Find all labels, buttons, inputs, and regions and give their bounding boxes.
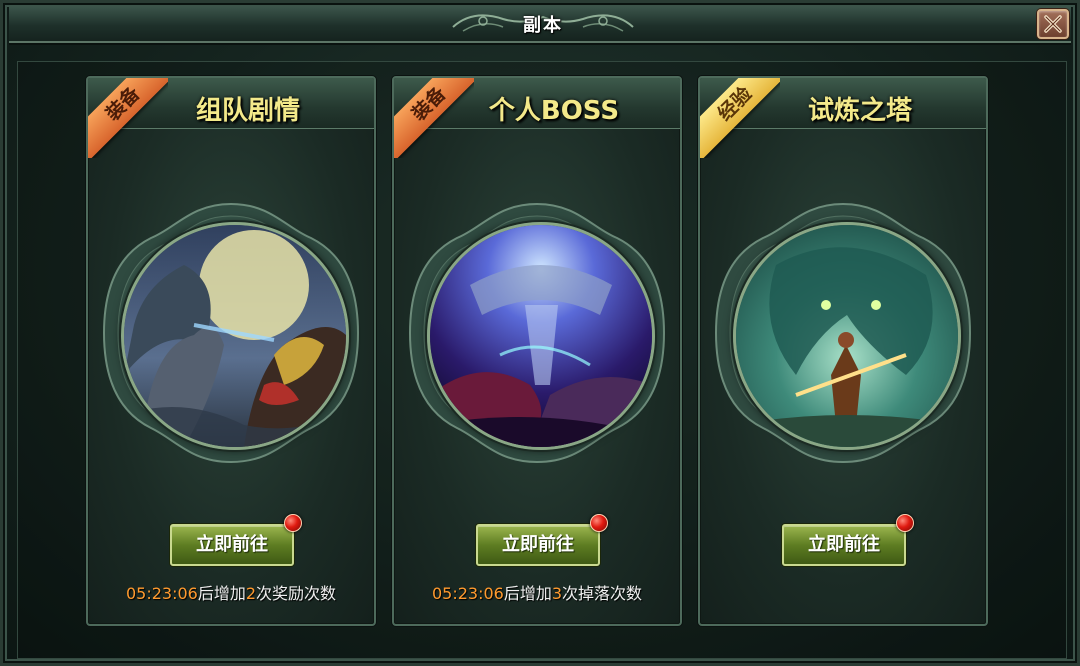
- dungeon-card-team-story: 组队剧情 装备 立即前往 05:23:06后增加2次奖励次数: [86, 76, 376, 626]
- reward-timer-text: 05:23:06后增加3次掉落次数: [394, 580, 680, 604]
- badge-label: 装备: [88, 78, 168, 158]
- dungeon-card-trial-tower: 试炼之塔 经验 立即前往: [698, 76, 988, 626]
- notification-dot-icon: [284, 514, 302, 532]
- countdown-time: 05:23:06: [125, 584, 198, 603]
- go-now-button[interactable]: 立即前往: [170, 524, 294, 566]
- reward-count: 2: [245, 584, 257, 603]
- dungeon-portrait-image: [733, 222, 961, 450]
- notification-dot-icon: [896, 514, 914, 532]
- countdown-time: 05:23:06: [431, 584, 504, 603]
- badge-ribbon: 装备: [88, 78, 168, 158]
- timer-text-pre: 后增加: [503, 584, 552, 603]
- reward-timer-text: 05:23:06后增加2次奖励次数: [88, 580, 374, 604]
- badge-label: 装备: [394, 78, 474, 158]
- window-title: 副本: [523, 15, 563, 36]
- reward-count: 3: [551, 584, 563, 603]
- dungeon-portrait-image: [121, 222, 349, 450]
- go-now-button[interactable]: 立即前往: [476, 524, 600, 566]
- dungeon-portrait-image: [427, 222, 655, 450]
- close-button[interactable]: [1037, 9, 1069, 39]
- badge-ribbon: 装备: [394, 78, 474, 158]
- dungeon-card-personal-boss: 个人BOSS 装备 立即前往 05:23:06后增加3次掉落次数: [392, 76, 682, 626]
- close-icon: [1044, 15, 1062, 33]
- badge-ribbon: 经验: [700, 78, 780, 158]
- timer-text-post: 次掉落次数: [562, 584, 643, 603]
- badge-label: 经验: [700, 78, 780, 158]
- notification-dot-icon: [590, 514, 608, 532]
- timer-text-pre: 后增加: [197, 584, 246, 603]
- timer-text-post: 次奖励次数: [256, 584, 337, 603]
- go-now-button[interactable]: 立即前往: [782, 524, 906, 566]
